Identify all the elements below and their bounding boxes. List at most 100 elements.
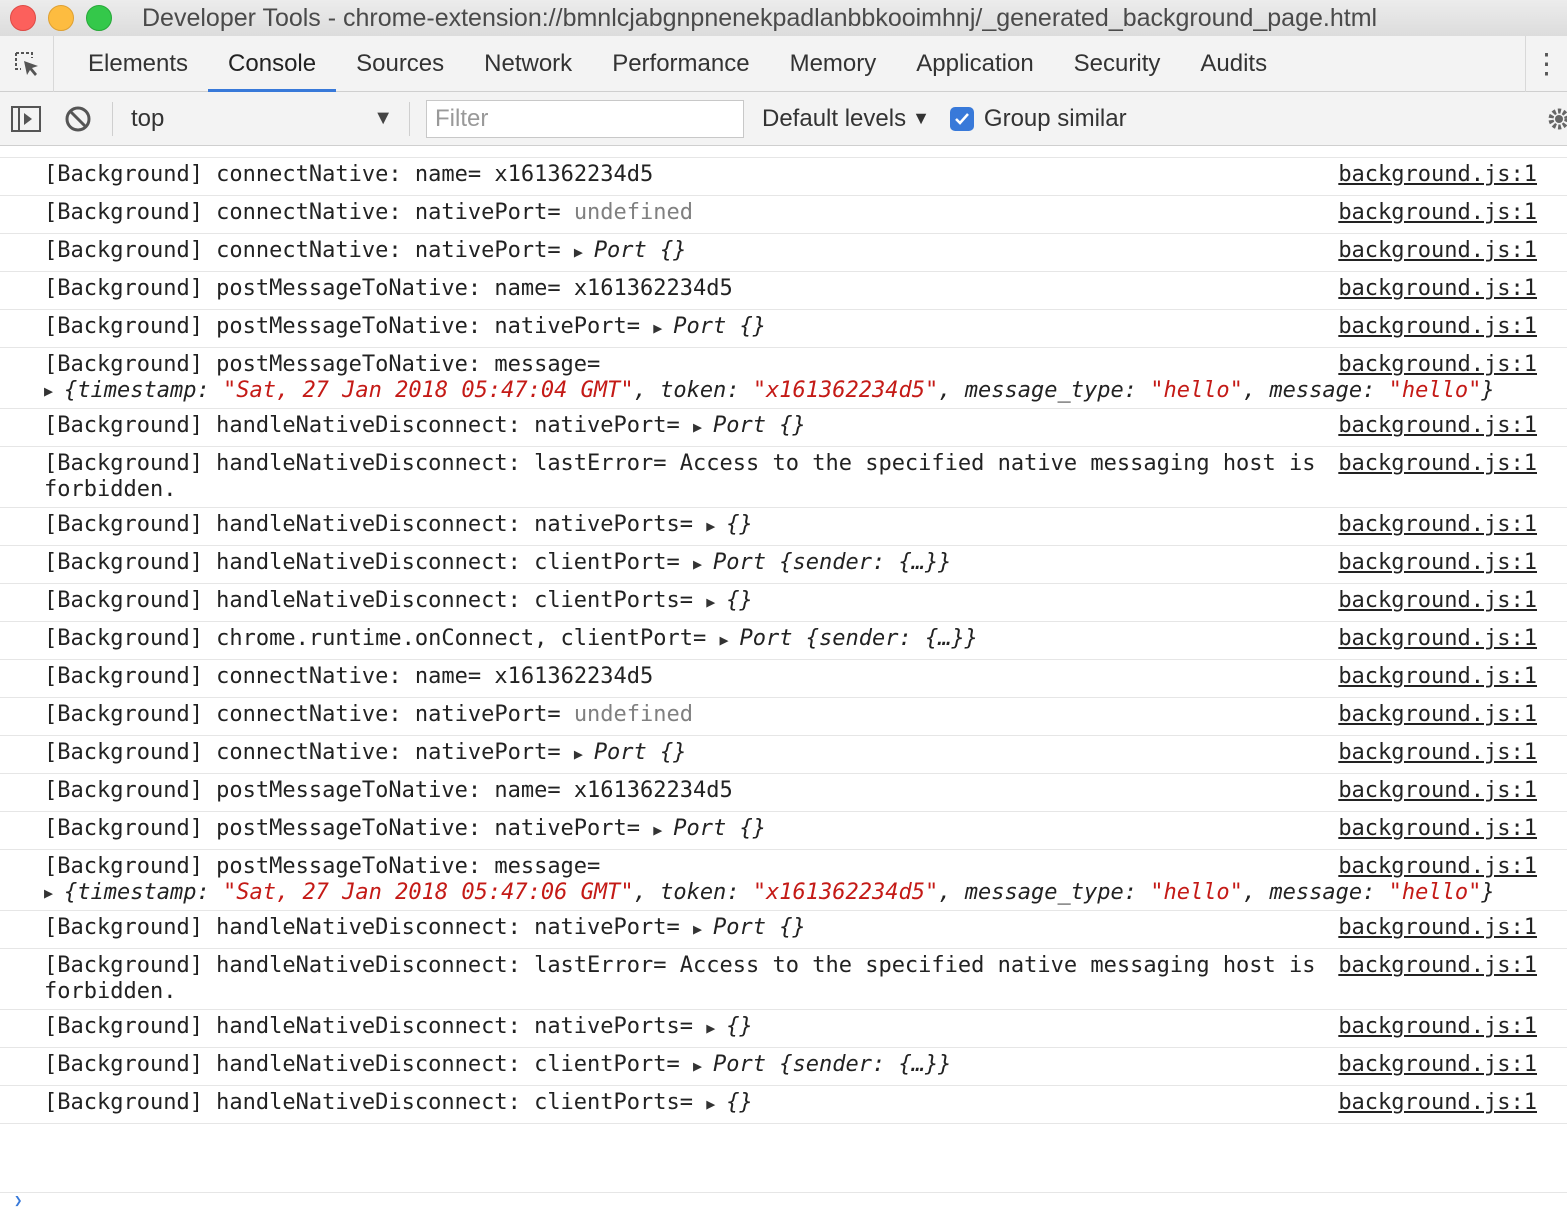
- tab-performance[interactable]: Performance: [592, 36, 769, 92]
- expand-triangle-icon[interactable]: ▶: [720, 627, 740, 653]
- message-text: [Background] handleNativeDisconnect: cli…: [44, 1052, 1317, 1079]
- object-key: message: [1269, 880, 1363, 905]
- object-preview[interactable]: Port {}: [713, 413, 806, 438]
- expand-triangle-icon[interactable]: ▶: [693, 1053, 713, 1079]
- minimize-window-button[interactable]: [48, 5, 74, 31]
- object-preview-line[interactable]: ▶ {timestamp: "Sat, 27 Jan 2018 05:47:04 …: [0, 378, 1495, 404]
- message-prefix: [Background] connectNative: nativePort=: [44, 702, 574, 727]
- expand-triangle-icon[interactable]: ▶: [706, 1091, 726, 1117]
- source-link[interactable]: background.js:1: [1338, 200, 1537, 226]
- source-link[interactable]: background.js:1: [1338, 626, 1537, 652]
- inspect-element-button[interactable]: [0, 35, 54, 92]
- message-prefix: [Background] handleNativeDisconnect: cli…: [44, 588, 707, 613]
- object-preview[interactable]: {}: [726, 1014, 753, 1039]
- tab-network[interactable]: Network: [464, 36, 592, 92]
- expand-triangle-icon[interactable]: ▶: [574, 239, 594, 265]
- expand-triangle-icon[interactable]: ▶: [574, 741, 594, 767]
- object-preview[interactable]: Port {sender: {…}}: [713, 550, 951, 575]
- source-link[interactable]: background.js:1: [1338, 550, 1537, 576]
- tab-memory[interactable]: Memory: [770, 36, 897, 92]
- source-link[interactable]: background.js:1: [1338, 1090, 1537, 1116]
- source-link[interactable]: background.js:1: [1338, 588, 1537, 614]
- console-message: [Background] handleNativeDisconnect: cli…: [0, 1086, 1567, 1124]
- undefined-value: undefined: [573, 200, 694, 225]
- message-prefix: [Background] postMessageToNative: name=: [44, 778, 574, 803]
- message-value: x161362234d5: [494, 664, 654, 689]
- console-message: [Background] connectNative: name= x16136…: [0, 660, 1567, 698]
- source-link[interactable]: background.js:1: [1338, 352, 1537, 378]
- object-preview[interactable]: {}: [726, 588, 753, 613]
- message-text: [Background] postMessageToNative: name= …: [44, 778, 1317, 804]
- expand-triangle-icon[interactable]: ▶: [44, 880, 64, 906]
- console-prompt[interactable]: ❯: [0, 1192, 1567, 1210]
- source-link[interactable]: background.js:1: [1338, 451, 1537, 477]
- window-title: Developer Tools - chrome-extension://bmn…: [142, 3, 1378, 32]
- console-message: [Background] postMessageToNative: native…: [0, 812, 1567, 850]
- message-prefix: [Background] handleNativeDisconnect: nat…: [44, 915, 694, 940]
- expand-triangle-icon[interactable]: ▶: [653, 315, 673, 341]
- source-link[interactable]: background.js:1: [1338, 778, 1537, 804]
- source-link[interactable]: background.js:1: [1338, 953, 1537, 979]
- gear-icon[interactable]: [1541, 104, 1567, 134]
- maximize-window-button[interactable]: [86, 5, 112, 31]
- message-text: [Background] connectNative: nativePort= …: [44, 238, 1317, 265]
- message-prefix: [Background] postMessageToNative: native…: [44, 816, 654, 841]
- group-similar-checkbox[interactable]: [949, 106, 974, 131]
- message-list: [Background] connectNative: name= x16136…: [0, 158, 1567, 1124]
- clear-console-button[interactable]: [52, 92, 104, 146]
- tab-audits[interactable]: Audits: [1180, 36, 1287, 92]
- close-window-button[interactable]: [10, 5, 36, 31]
- object-preview[interactable]: Port {}: [673, 816, 766, 841]
- tab-security[interactable]: Security: [1054, 36, 1181, 92]
- expand-triangle-icon[interactable]: ▶: [693, 916, 713, 942]
- source-link[interactable]: background.js:1: [1338, 314, 1537, 340]
- object-preview[interactable]: Port {}: [594, 740, 687, 765]
- console-message: [Background] handleNativeDisconnect: las…: [0, 447, 1567, 508]
- tab-application[interactable]: Application: [896, 36, 1053, 92]
- object-preview-line[interactable]: ▶ {timestamp: "Sat, 27 Jan 2018 05:47:06 …: [0, 880, 1495, 906]
- source-link[interactable]: background.js:1: [1338, 915, 1537, 941]
- source-link[interactable]: background.js:1: [1338, 1014, 1537, 1040]
- source-link[interactable]: background.js:1: [1338, 276, 1537, 302]
- expand-triangle-icon[interactable]: ▶: [693, 414, 713, 440]
- source-link[interactable]: background.js:1: [1338, 238, 1537, 264]
- object-preview[interactable]: Port {sender: {…}}: [740, 626, 978, 651]
- expand-triangle-icon[interactable]: ▶: [653, 817, 673, 843]
- source-link[interactable]: background.js:1: [1338, 162, 1537, 188]
- source-link[interactable]: background.js:1: [1338, 702, 1537, 728]
- tab-elements[interactable]: Elements: [68, 36, 208, 92]
- message-prefix: [Background] connectNative: nativePort=: [44, 740, 574, 765]
- message-prefix: [Background] connectNative: name=: [44, 664, 495, 689]
- expand-triangle-icon[interactable]: ▶: [706, 1015, 726, 1041]
- message-text: [Background] handleNativeDisconnect: cli…: [44, 1090, 1317, 1117]
- object-key: timestamp: [77, 378, 197, 403]
- source-link[interactable]: background.js:1: [1338, 1052, 1537, 1078]
- expand-triangle-icon[interactable]: ▶: [693, 551, 713, 577]
- object-preview[interactable]: {}: [726, 1090, 753, 1115]
- group-similar-toggle[interactable]: Group similar: [949, 105, 1127, 133]
- tab-sources[interactable]: Sources: [336, 36, 464, 92]
- source-link[interactable]: background.js:1: [1338, 413, 1537, 439]
- source-link[interactable]: background.js:1: [1338, 512, 1537, 538]
- expand-triangle-icon[interactable]: ▶: [706, 589, 726, 615]
- object-preview[interactable]: {}: [726, 512, 753, 537]
- show-sidebar-button[interactable]: [0, 92, 52, 146]
- object-preview[interactable]: Port {}: [673, 314, 766, 339]
- expand-triangle-icon[interactable]: ▶: [706, 513, 726, 539]
- source-link[interactable]: background.js:1: [1338, 854, 1537, 880]
- execution-context-select[interactable]: top ▼: [121, 99, 401, 139]
- source-link[interactable]: background.js:1: [1338, 816, 1537, 842]
- execution-context-label: top: [131, 104, 165, 132]
- source-link[interactable]: background.js:1: [1338, 664, 1537, 690]
- filter-input[interactable]: [426, 99, 744, 138]
- log-levels-dropdown[interactable]: Default levels ▼: [762, 105, 930, 133]
- more-options-icon[interactable]: ⋮: [1525, 35, 1567, 92]
- dropdown-arrow-icon: ▼: [373, 107, 393, 129]
- object-preview[interactable]: Port {}: [594, 238, 687, 263]
- object-preview[interactable]: Port {sender: {…}}: [713, 1052, 951, 1077]
- console-message: [Background] connectNative: name= x16136…: [0, 158, 1567, 196]
- object-preview[interactable]: Port {}: [713, 915, 806, 940]
- expand-triangle-icon[interactable]: ▶: [44, 378, 64, 404]
- source-link[interactable]: background.js:1: [1338, 740, 1537, 766]
- tab-console[interactable]: Console: [208, 36, 337, 92]
